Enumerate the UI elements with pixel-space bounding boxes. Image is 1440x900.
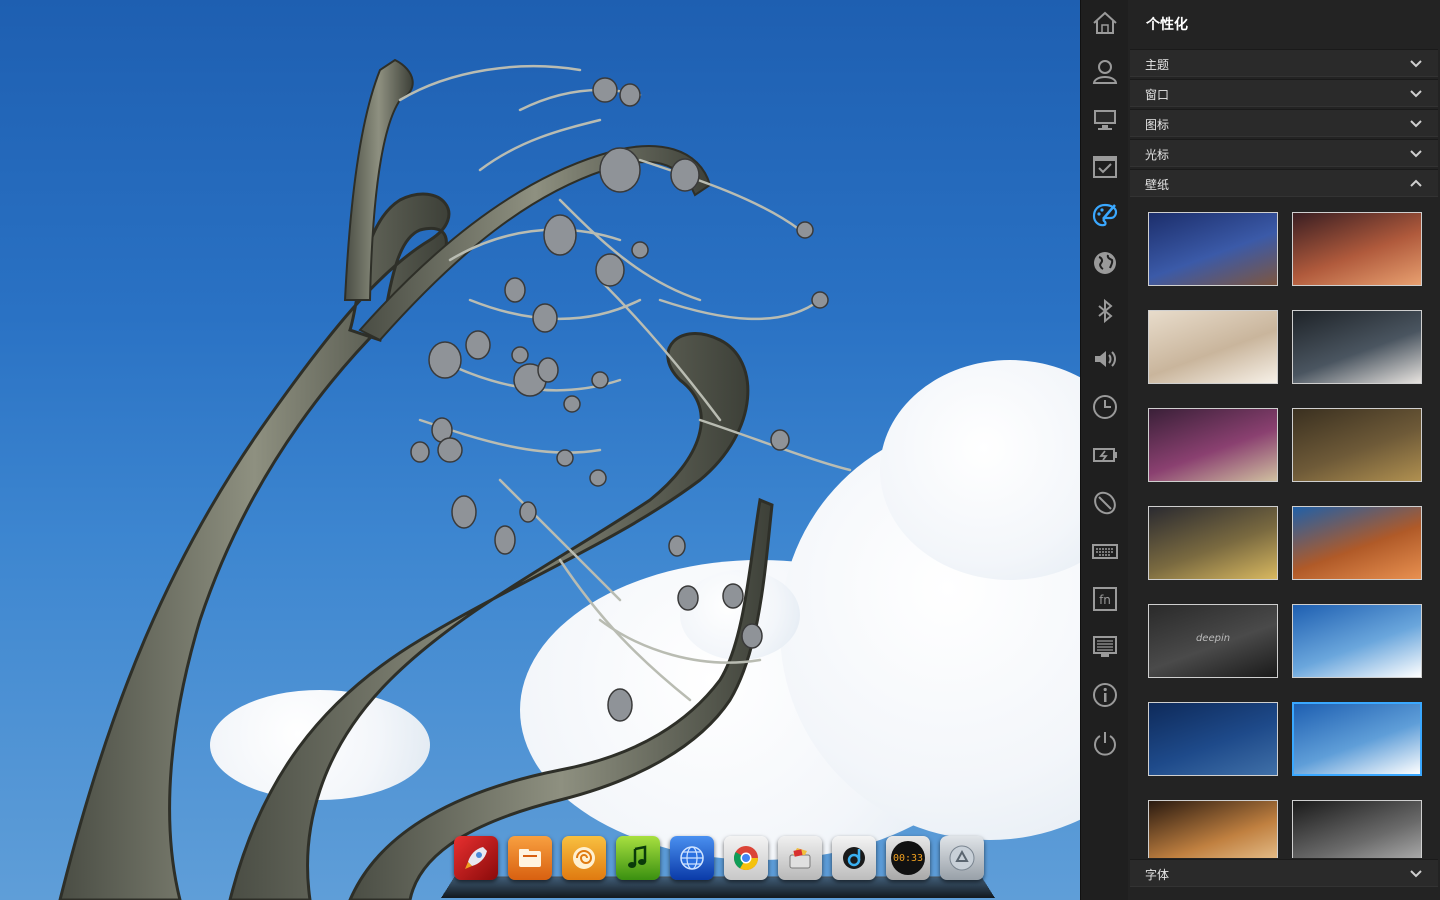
keyboard-icon — [1092, 544, 1118, 559]
wallpaper-thumb-tree-sky[interactable] — [1292, 702, 1422, 776]
globe-icon — [680, 846, 704, 870]
clock-icon — [1093, 395, 1117, 419]
rail-item-mouse[interactable] — [1089, 487, 1121, 519]
boot-menu-icon — [1093, 636, 1117, 657]
section-label: 主题 — [1145, 58, 1170, 72]
wallpaper-thumb-monochrome-street[interactable] — [1292, 800, 1422, 858]
wallpaper-caption: deepin — [1195, 633, 1231, 644]
chevron-up-icon — [1410, 179, 1422, 187]
section-wallpaper[interactable]: 壁纸 — [1130, 169, 1438, 197]
clock-app[interactable]: 00:33 — [886, 836, 930, 880]
dock-icons: 00:33 — [454, 836, 984, 880]
wallpaper-thumb-bridge-night[interactable] — [1148, 408, 1278, 482]
rail-item-sound[interactable] — [1089, 343, 1121, 375]
chrome-icon — [733, 846, 758, 871]
section-label: 窗口 — [1145, 88, 1170, 102]
dock: 00:33 — [441, 832, 995, 900]
checklist-icon — [1093, 156, 1117, 178]
wallpaper-grid: deepin — [1128, 200, 1440, 858]
desktop-wallpaper: 00:33 — [0, 0, 1080, 900]
wallpaper-thumb-deepin-dark[interactable]: deepin — [1148, 604, 1278, 678]
mouse-icon — [1094, 491, 1116, 515]
wallpaper-thumb-rock-arch[interactable] — [1292, 506, 1422, 580]
rail-item-account[interactable] — [1089, 55, 1121, 87]
shopping-bag-icon — [789, 848, 811, 869]
rail-item-date-time[interactable] — [1089, 391, 1121, 423]
personalization-panel: 个性化 主题 窗口 图标 光标 壁纸 deepin 字体 — [1128, 0, 1440, 900]
battery-icon — [1093, 448, 1117, 462]
tree-illustration — [58, 58, 852, 900]
wallpaper-thumb-blue-sky-clouds[interactable] — [1292, 604, 1422, 678]
recycle-icon — [949, 845, 975, 871]
rail-item-home[interactable] — [1089, 7, 1121, 39]
globe-icon — [1094, 252, 1116, 274]
file-manager-app[interactable] — [508, 836, 552, 880]
section-label: 壁纸 — [1145, 178, 1170, 192]
deepin-music-app[interactable] — [562, 836, 606, 880]
user-icon — [1092, 60, 1118, 84]
chevron-down-icon — [1410, 90, 1422, 98]
rail-item-default-apps[interactable] — [1089, 151, 1121, 183]
rail-item-system-info[interactable] — [1089, 679, 1121, 711]
rail-item-bluetooth[interactable] — [1089, 295, 1121, 327]
wallpaper-thumb-golden-grass[interactable] — [1292, 408, 1422, 482]
rail-item-shutdown[interactable] — [1089, 727, 1121, 759]
rail-item-personalization[interactable] — [1089, 199, 1121, 231]
play-circle-icon — [843, 847, 865, 869]
wallpaper-thumb-canyon-sunset[interactable] — [1292, 212, 1422, 286]
launcher-app[interactable] — [454, 836, 498, 880]
music-player-app[interactable] — [616, 836, 660, 880]
wallpaper-thumb-lanterns[interactable] — [1148, 800, 1278, 858]
rail-item-keyboard[interactable] — [1089, 535, 1121, 567]
deepin-movie-app[interactable] — [832, 836, 876, 880]
music-note-icon — [628, 845, 647, 868]
section-window[interactable]: 窗口 — [1130, 79, 1438, 107]
bluetooth-icon — [1098, 298, 1113, 324]
chevron-down-icon — [1410, 870, 1422, 878]
folder-icon — [519, 849, 541, 867]
section-theme[interactable]: 主题 — [1130, 49, 1438, 77]
palette-brush-icon — [1092, 203, 1118, 227]
software-center-app[interactable] — [778, 836, 822, 880]
rail-item-grub[interactable] — [1089, 631, 1121, 663]
section-cursor[interactable]: 光标 — [1130, 139, 1438, 167]
power-icon — [1094, 732, 1116, 756]
chrome-app[interactable] — [724, 836, 768, 880]
section-icons[interactable]: 图标 — [1130, 109, 1438, 137]
section-label: 字体 — [1145, 868, 1170, 882]
svg-text:fn: fn — [1099, 593, 1111, 607]
info-icon — [1093, 683, 1117, 707]
fn-key-icon: fn — [1093, 587, 1117, 611]
rocket-icon — [465, 847, 487, 869]
section-label: 图标 — [1145, 118, 1170, 132]
rail-item-network[interactable] — [1089, 247, 1121, 279]
rail-item-display[interactable] — [1089, 103, 1121, 135]
monitor-icon — [1094, 110, 1116, 130]
panel-title: 个性化 — [1146, 17, 1188, 33]
clock-face: 00:33 — [891, 841, 925, 875]
swirl-icon — [573, 847, 595, 869]
rail-item-power[interactable] — [1089, 439, 1121, 471]
section-label: 光标 — [1145, 148, 1170, 162]
chevron-down-icon — [1410, 60, 1422, 68]
wallpaper-thumb-paper-boat[interactable] — [1148, 506, 1278, 580]
settings-nav-rail: fn — [1080, 0, 1128, 900]
home-icon — [1093, 11, 1117, 34]
wallpaper-thumb-seagull-ocean[interactable] — [1148, 702, 1278, 776]
wallpaper-thumb-starry-rock[interactable] — [1148, 212, 1278, 286]
browser-app[interactable] — [670, 836, 714, 880]
clock-time: 00:33 — [892, 852, 924, 864]
chevron-down-icon — [1410, 120, 1422, 128]
wallpaper-thumb-cherry-blossom[interactable] — [1292, 310, 1422, 384]
section-font[interactable]: 字体 — [1130, 859, 1438, 887]
speaker-icon — [1095, 351, 1116, 367]
wallpaper-thumb-bright-room[interactable] — [1148, 310, 1278, 384]
rail-item-shortcuts[interactable]: fn — [1089, 583, 1121, 615]
trash-app[interactable] — [940, 836, 984, 880]
chevron-down-icon — [1410, 150, 1422, 158]
